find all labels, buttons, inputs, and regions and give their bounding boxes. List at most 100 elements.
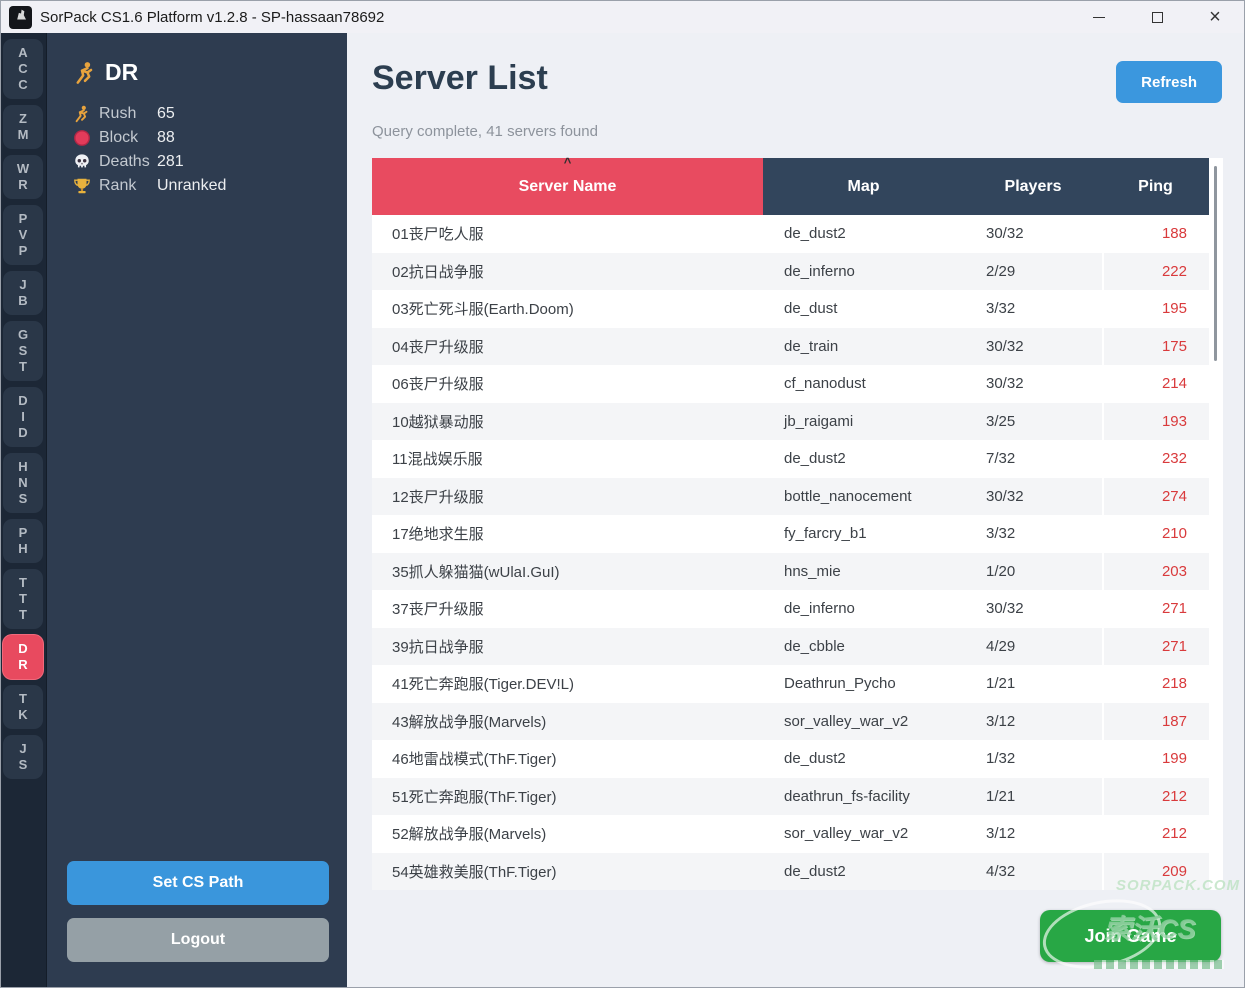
server-name-cell: 37丧尸升级服 (372, 590, 763, 628)
players-cell: 3/32 (964, 290, 1102, 328)
sidebar-tab-did[interactable]: DID (3, 387, 43, 447)
table-scrollbar[interactable] (1209, 158, 1223, 890)
stat-row-deaths: Deaths281 (73, 150, 347, 174)
server-name-cell: 04丧尸升级服 (372, 328, 763, 366)
maximize-button[interactable] (1128, 1, 1186, 33)
close-icon: × (1209, 7, 1221, 27)
table-row[interactable]: 01丧尸吃人服de_dust230/32188 (372, 215, 1209, 253)
column-header-ping[interactable]: Ping (1102, 158, 1209, 215)
server-name-cell: 01丧尸吃人服 (372, 215, 763, 253)
join-game-button[interactable]: Join Game (1040, 910, 1221, 962)
close-button[interactable]: × (1186, 1, 1244, 33)
tab-letter: W (17, 161, 29, 177)
server-name-cell: 54英雄救美服(ThF.Tiger) (372, 853, 763, 891)
ping-cell: 212 (1102, 778, 1209, 816)
tab-letter: R (18, 657, 27, 673)
table-row[interactable]: 54英雄救美服(ThF.Tiger)de_dust24/32209 (372, 853, 1209, 891)
sidebar-tab-acc[interactable]: ACC (3, 39, 43, 99)
sidebar-tab-gst[interactable]: GST (3, 321, 43, 381)
map-cell: cf_nanodust (763, 365, 964, 403)
tab-letter: H (18, 459, 27, 475)
refresh-button[interactable]: Refresh (1116, 61, 1222, 103)
window-controls: × (1070, 1, 1244, 33)
sidebar-tab-pvp[interactable]: PVP (3, 205, 43, 265)
logout-button[interactable]: Logout (67, 918, 329, 962)
server-name-cell: 43解放战争服(Marvels) (372, 703, 763, 741)
tab-letter: P (19, 211, 28, 227)
table-row[interactable]: 10越狱暴动服jb_raigami3/25193 (372, 403, 1209, 441)
players-cell: 1/32 (964, 740, 1102, 778)
table-row[interactable]: 03死亡死斗服(Earth.Doom)de_dust3/32195 (372, 290, 1209, 328)
table-row[interactable]: 06丧尸升级服cf_nanodust30/32214 (372, 365, 1209, 403)
map-cell: fy_farcry_b1 (763, 515, 964, 553)
table-row[interactable]: 12丧尸升级服bottle_nanocement30/32274 (372, 478, 1209, 516)
table-row[interactable]: 17绝地求生服fy_farcry_b13/32210 (372, 515, 1209, 553)
stat-value: 281 (157, 153, 184, 171)
stat-row-rank: RankUnranked (73, 174, 347, 198)
ping-cell: 232 (1102, 440, 1209, 478)
scrollbar-thumb[interactable] (1214, 166, 1217, 361)
tab-letter: M (18, 127, 29, 143)
app-window: SorPack CS1.6 Platform v1.2.8 - SP-hassa… (0, 0, 1245, 988)
sidebar-tab-hns[interactable]: HNS (3, 453, 43, 513)
column-header-players[interactable]: Players (964, 158, 1102, 215)
players-cell: 1/21 (964, 665, 1102, 703)
tab-letter: P (19, 525, 28, 541)
tab-letter: Z (19, 111, 27, 127)
table-row[interactable]: 52解放战争服(Marvels)sor_valley_war_v23/12212 (372, 815, 1209, 853)
table-row[interactable]: 41死亡奔跑服(Tiger.DEV!L)Deathrun_Pycho1/2121… (372, 665, 1209, 703)
players-cell: 3/12 (964, 703, 1102, 741)
ping-cell: 195 (1102, 290, 1209, 328)
table-row[interactable]: 51死亡奔跑服(ThF.Tiger)deathrun_fs-facility1/… (372, 778, 1209, 816)
ping-cell: 175 (1102, 328, 1209, 366)
side-panel: DR Rush65Block88Deaths281RankUnranked Se… (47, 33, 347, 987)
server-name-cell: 10越狱暴动服 (372, 403, 763, 441)
minimize-button[interactable] (1070, 1, 1128, 33)
window-title: SorPack CS1.6 Platform v1.2.8 - SP-hassa… (40, 9, 384, 26)
server-name-cell: 17绝地求生服 (372, 515, 763, 553)
main-content: Server List Refresh Query complete, 41 s… (347, 33, 1244, 987)
game-mode-tabstrip: ACCZMWRPVPJBGSTDIDHNSPHTTTDRTKJS (1, 33, 47, 987)
map-cell: hns_mie (763, 553, 964, 591)
tab-letter: D (18, 641, 27, 657)
minimize-icon (1093, 17, 1105, 18)
sidebar-tab-jb[interactable]: JB (3, 271, 43, 315)
players-cell: 1/21 (964, 778, 1102, 816)
players-cell: 30/32 (964, 328, 1102, 366)
table-row[interactable]: 11混战娱乐服de_dust27/32232 (372, 440, 1209, 478)
table-row[interactable]: 02抗日战争服de_inferno2/29222 (372, 253, 1209, 291)
table-header: ^ Server Name Map Players Ping (372, 158, 1209, 215)
players-cell: 7/32 (964, 440, 1102, 478)
runner-icon (73, 61, 97, 85)
app-icon (9, 6, 32, 29)
table-row[interactable]: 35抓人躲猫猫(wUlaI.GuI)hns_mie1/20203 (372, 553, 1209, 591)
table-row[interactable]: 46地雷战模式(ThF.Tiger)de_dust21/32199 (372, 740, 1209, 778)
sidebar-tab-tk[interactable]: TK (3, 685, 43, 729)
sidebar-tab-wr[interactable]: WR (3, 155, 43, 199)
sidebar-tab-zm[interactable]: ZM (3, 105, 43, 149)
server-name-cell: 39抗日战争服 (372, 628, 763, 666)
ping-cell: 274 (1102, 478, 1209, 516)
table-row[interactable]: 39抗日战争服de_cbble4/29271 (372, 628, 1209, 666)
tab-letter: T (19, 359, 27, 375)
players-cell: 3/32 (964, 515, 1102, 553)
table-row[interactable]: 04丧尸升级服de_train30/32175 (372, 328, 1209, 366)
players-cell: 4/32 (964, 853, 1102, 891)
sidebar-tab-dr[interactable]: DR (3, 635, 43, 679)
tab-letter: H (18, 541, 27, 557)
ping-cell: 214 (1102, 365, 1209, 403)
sidebar-tab-ph[interactable]: PH (3, 519, 43, 563)
tab-letter: T (19, 575, 27, 591)
sidebar-tab-js[interactable]: JS (3, 735, 43, 779)
map-cell: de_dust2 (763, 440, 964, 478)
sidebar-tab-ttt[interactable]: TTT (3, 569, 43, 629)
tab-letter: N (18, 475, 27, 491)
runner-icon (73, 105, 91, 123)
column-header-map[interactable]: Map (763, 158, 964, 215)
table-row[interactable]: 37丧尸升级服de_inferno30/32271 (372, 590, 1209, 628)
server-name-cell: 12丧尸升级服 (372, 478, 763, 516)
table-row[interactable]: 43解放战争服(Marvels)sor_valley_war_v23/12187 (372, 703, 1209, 741)
set-cs-path-button[interactable]: Set CS Path (67, 861, 329, 905)
column-header-server-name[interactable]: ^ Server Name (372, 158, 763, 215)
stat-label: Block (99, 129, 157, 147)
